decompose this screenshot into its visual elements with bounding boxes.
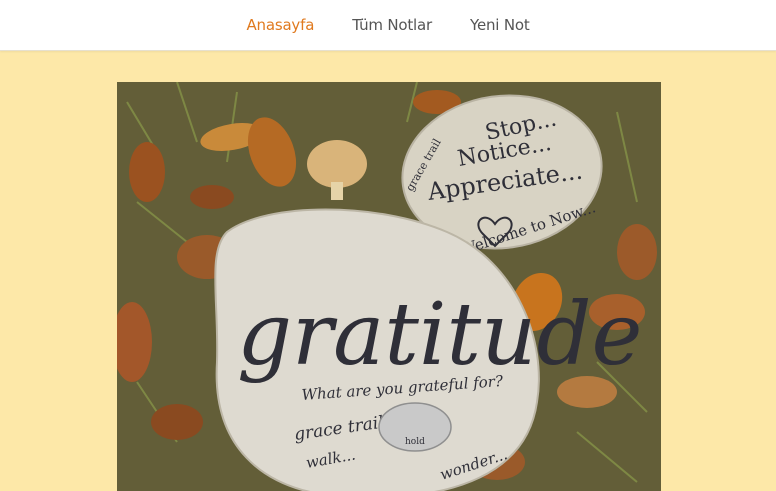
nav-link-all-notes[interactable]: Tüm Notlar xyxy=(352,16,432,34)
badge-text: hold xyxy=(405,437,425,447)
nav-link-new-note[interactable]: Yeni Not xyxy=(470,16,530,34)
nav-link-home[interactable]: Anasayfa xyxy=(246,16,314,34)
hero-image: Stop... Notice... Appreciate... Welcome … xyxy=(117,82,661,491)
gratitude-stones-photo: Stop... Notice... Appreciate... Welcome … xyxy=(117,82,661,491)
large-stone-word: gratitude xyxy=(237,285,642,385)
top-navigation: Anasayfa Tüm Notlar Yeni Not xyxy=(0,0,776,51)
